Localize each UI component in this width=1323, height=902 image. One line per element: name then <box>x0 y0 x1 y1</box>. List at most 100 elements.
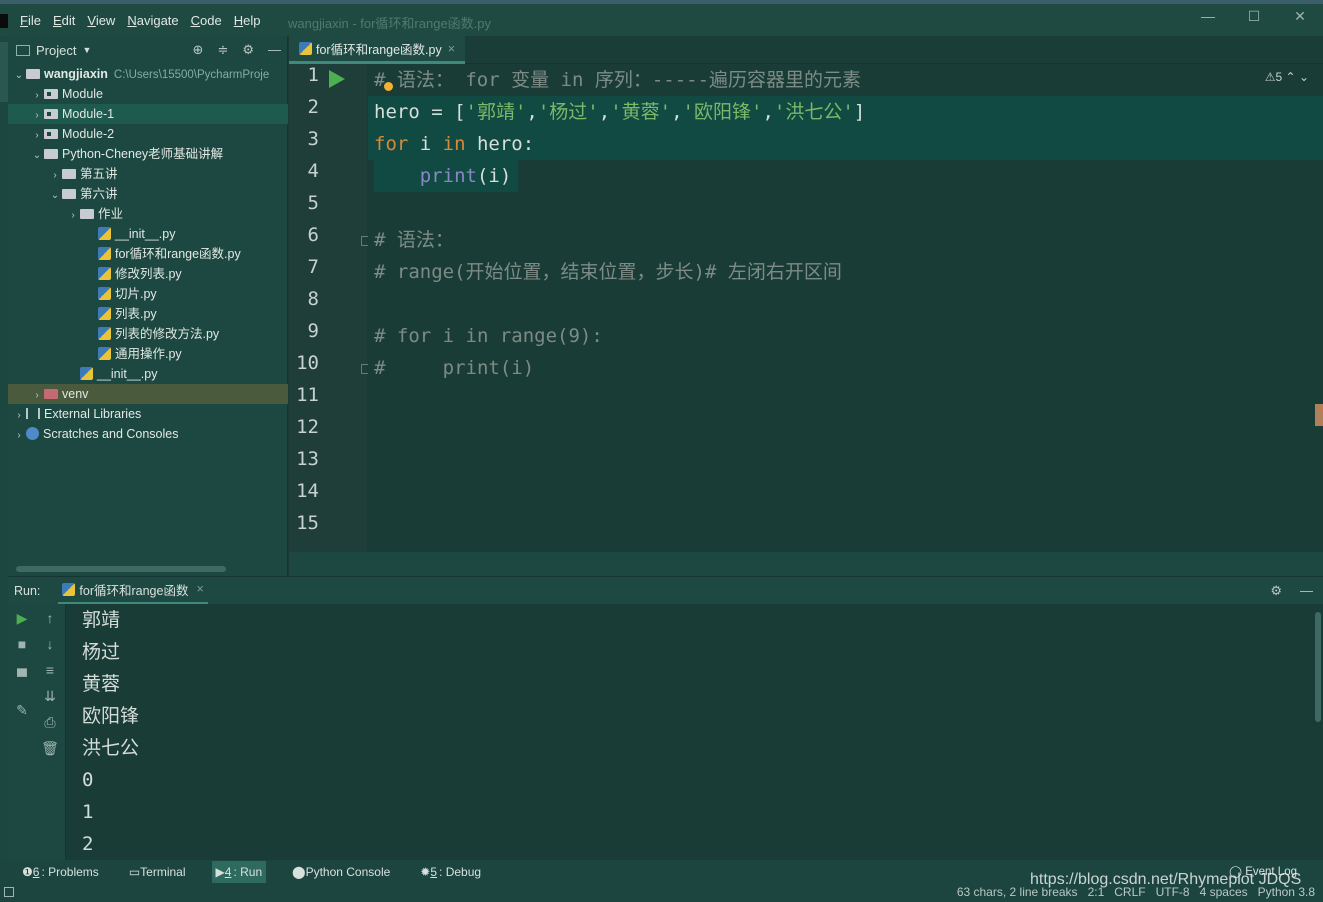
menu-edit[interactable]: Edit <box>53 13 75 28</box>
line-number: 11 <box>296 384 319 406</box>
tree-item[interactable]: __init__.py <box>8 224 288 244</box>
python-file-icon <box>98 347 111 360</box>
line-number: 8 <box>307 288 319 310</box>
tree-item[interactable]: › External Libraries <box>8 404 288 424</box>
tree-item-label: Module-1 <box>62 107 115 121</box>
close-icon[interactable]: × <box>448 42 455 56</box>
console-scrollbar[interactable] <box>1315 612 1321 722</box>
tree-item[interactable]: ⌄ 第六讲 <box>8 184 288 204</box>
layout-icon[interactable]: ▀ <box>8 668 36 684</box>
menu-navigate[interactable]: Navigate <box>127 13 178 28</box>
print-icon[interactable]: ⎙ <box>36 714 64 731</box>
run-panel-header: Run: for循环和range函数 × ⚙ — <box>8 576 1323 605</box>
scroll-marker[interactable] <box>1315 404 1323 426</box>
run-toolbar-secondary: ↑ ↓ ≡ ⇊ ⎙ 🗑 <box>36 604 66 860</box>
console-line: 杨过 <box>82 641 121 663</box>
tree-item[interactable]: __init__.py <box>8 364 288 384</box>
tree-item[interactable]: 修改列表.py <box>8 264 288 284</box>
rerun-icon[interactable]: ▶ <box>8 610 36 627</box>
console-line: 0 <box>82 769 94 791</box>
scroll-to-end-icon[interactable]: ⇊ <box>36 688 64 705</box>
line-number: 14 <box>296 480 319 502</box>
hide-icon[interactable]: — <box>1300 583 1313 599</box>
inspection-widget[interactable]: ⚠5 ⌃ ⌄ <box>1265 70 1309 84</box>
python-file-icon <box>98 247 111 260</box>
menu-file[interactable]: File <box>20 13 41 28</box>
gear-icon[interactable]: ⚙ <box>242 42 254 58</box>
run-tab[interactable]: for循环和range函数 × <box>58 577 208 605</box>
scratch-icon <box>26 427 39 440</box>
folder-icon <box>26 69 40 79</box>
tree-item[interactable]: › Module <box>8 84 288 104</box>
run-console[interactable]: 郭靖 杨过 黄蓉 欧阳锋 洪七公 0 1 2 <box>66 604 1323 860</box>
editor-tab[interactable]: for循环和range函数.py × <box>289 36 466 64</box>
library-icon <box>26 408 40 419</box>
debug-tab[interactable]: ✹ 5: Debug <box>416 861 485 883</box>
tree-item[interactable]: ⌄ wangjiaxin C:\Users\15500\PycharmProje <box>8 64 288 84</box>
tree-item[interactable]: › 作业 <box>8 204 288 224</box>
tree-item[interactable]: 切片.py <box>8 284 288 304</box>
arrow-down-icon[interactable]: ↓ <box>36 636 64 652</box>
project-strip-tab[interactable] <box>0 42 8 102</box>
tree-item[interactable]: › 第五讲 <box>8 164 288 184</box>
arrow-up-icon[interactable]: ↑ <box>36 610 64 626</box>
run-window-tab[interactable]: ▶ 4: Run <box>211 861 267 883</box>
chevron-down-icon[interactable]: ⌄ <box>48 186 62 206</box>
tree-item[interactable]: for循环和range函数.py <box>8 244 288 264</box>
code-editor[interactable]: # 语法： for 变量 in 序列：-----遍历容器里的元素 hero = … <box>368 64 1323 552</box>
run-gutter-icon[interactable] <box>329 70 345 88</box>
hide-icon[interactable]: — <box>268 42 281 58</box>
console-line: 郭靖 <box>82 609 121 631</box>
tree-item[interactable]: ⌄ Python-Cheney老师基础讲解 <box>8 144 288 164</box>
tree-item[interactable]: › Module-1 <box>8 104 288 124</box>
tree-item[interactable]: 列表.py <box>8 304 288 324</box>
chevron-down-icon[interactable]: ▼ <box>82 45 91 55</box>
menu-view[interactable]: View <box>87 13 115 28</box>
collapse-all-icon[interactable]: ≑ <box>217 42 228 58</box>
project-hscrollbar[interactable] <box>16 566 226 572</box>
toggle-tool-windows-icon[interactable] <box>4 887 14 897</box>
chevron-right-icon[interactable]: › <box>12 406 26 426</box>
locate-icon[interactable]: ⊕ <box>193 42 204 58</box>
trash-icon[interactable]: 🗑 <box>36 740 64 757</box>
chevron-right-icon[interactable]: › <box>30 386 44 406</box>
chevron-right-icon[interactable]: › <box>30 86 44 106</box>
gear-icon[interactable]: ⚙ <box>1270 583 1282 599</box>
tree-item[interactable]: 通用操作.py <box>8 344 288 364</box>
python-file-icon <box>98 307 111 320</box>
tree-item-label: Module <box>62 87 103 101</box>
line-number: 4 <box>307 160 319 182</box>
close-icon[interactable]: × <box>196 582 203 596</box>
code-line-7: # range(开始位置，结束位置，步长)# 左闭右开区间 <box>374 261 842 283</box>
chevron-right-icon[interactable]: › <box>12 426 26 446</box>
python-console-tab[interactable]: ⬤ Python Console <box>288 861 394 883</box>
chevron-right-icon[interactable]: › <box>66 206 80 226</box>
project-view-icon <box>16 44 30 56</box>
editor-tab-label: for循环和range函数.py <box>316 43 442 57</box>
chevron-right-icon[interactable]: › <box>30 126 44 146</box>
tree-item[interactable]: › Module-2 <box>8 124 288 144</box>
chevron-right-icon[interactable]: › <box>30 106 44 126</box>
tree-item[interactable]: 列表的修改方法.py <box>8 324 288 344</box>
menu-code[interactable]: Code <box>191 13 222 28</box>
close-button[interactable]: ✕ <box>1277 8 1323 25</box>
chevron-right-icon[interactable]: › <box>48 166 62 186</box>
python-file-icon <box>299 42 312 55</box>
tree-item-label: 切片.py <box>115 287 157 301</box>
terminal-tab[interactable]: ▭ Terminal <box>125 861 190 883</box>
tree-item[interactable]: › Scratches and Consoles <box>8 424 288 444</box>
console-line: 黄蓉 <box>82 673 121 695</box>
menu-help[interactable]: Help <box>234 13 261 28</box>
maximize-button[interactable]: ☐ <box>1231 8 1277 25</box>
pin-icon[interactable]: ✎ <box>8 702 36 719</box>
chevron-down-icon[interactable]: ⌄ <box>30 146 44 166</box>
tree-item[interactable]: › venv <box>8 384 288 404</box>
problems-tab[interactable]: ❶ 6: Problems <box>18 861 103 883</box>
chevron-down-icon[interactable]: ⌄ <box>12 66 26 86</box>
soft-wrap-icon[interactable]: ≡ <box>36 662 64 678</box>
console-line: 洪七公 <box>82 737 140 759</box>
minimize-button[interactable]: — <box>1185 8 1231 25</box>
stop-icon[interactable]: ■ <box>8 636 36 652</box>
lightbulb-icon[interactable] <box>384 82 393 91</box>
tool-window-strip <box>0 36 8 860</box>
